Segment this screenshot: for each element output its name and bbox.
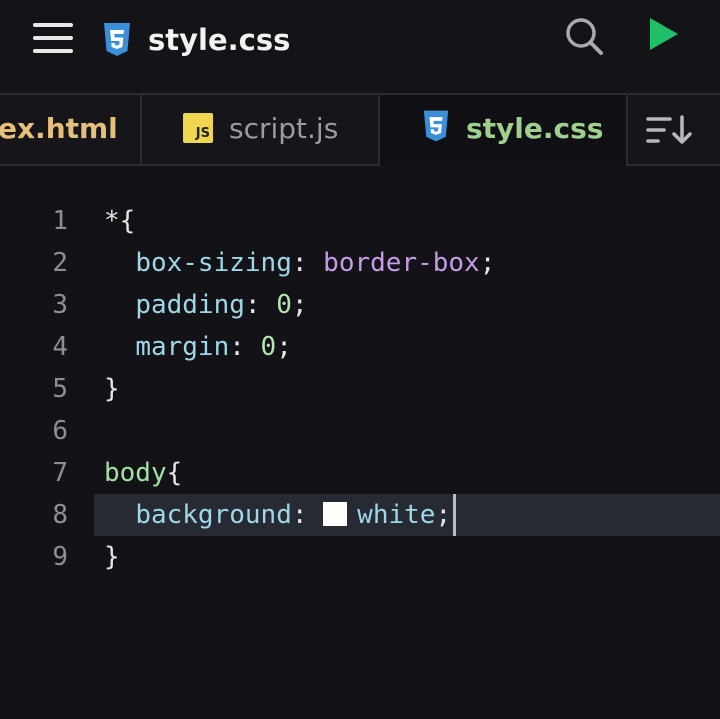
line-code: padding: 0;	[135, 290, 308, 320]
tab-script-js[interactable]: JS script.js	[142, 95, 380, 166]
tab-label: style.css	[466, 112, 604, 145]
app-header: style.css	[0, 0, 720, 92]
sort-icon[interactable]	[628, 95, 720, 166]
code-editor[interactable]: 1 *{ 2 box-sizing: border-box; 3 padding…	[0, 168, 720, 719]
js-icon: JS	[183, 113, 213, 143]
line-number: 7	[52, 458, 68, 488]
line-code: background: white;	[104, 494, 457, 536]
tab-label: script.js	[229, 112, 339, 145]
code-line[interactable]: 4 margin: 0;	[0, 326, 720, 368]
line-code: *{	[104, 206, 136, 236]
line-number: 8	[52, 500, 68, 530]
code-line[interactable]: 5 }	[0, 368, 720, 410]
line-number: 6	[52, 416, 68, 446]
code-line-active[interactable]: 8 background: white;	[0, 494, 720, 536]
line-code: margin: 0;	[135, 332, 292, 362]
css3-icon	[104, 23, 130, 56]
tab-style-css[interactable]: style.css	[380, 95, 628, 166]
code-line[interactable]: 2 box-sizing: border-box;	[0, 242, 720, 284]
tab-label: ex.html	[0, 112, 118, 145]
css3-icon	[423, 110, 449, 142]
text-cursor	[453, 494, 457, 536]
file-title: style.css	[148, 23, 291, 57]
line-code: }	[104, 542, 120, 572]
line-code: box-sizing: border-box;	[135, 248, 496, 278]
line-number: 5	[52, 374, 68, 404]
line-number: 3	[52, 290, 68, 320]
file-tabs: ex.html JS script.js style.css	[0, 93, 720, 166]
line-code: }	[104, 374, 120, 404]
code-line[interactable]: 3 padding: 0;	[0, 284, 720, 326]
line-number: 1	[52, 206, 68, 236]
search-icon[interactable]	[564, 16, 604, 56]
line-code: body{	[104, 458, 183, 488]
code-line[interactable]: 1 *{	[0, 200, 720, 242]
line-number: 9	[52, 542, 68, 572]
code-line[interactable]: 9 }	[0, 536, 720, 578]
code-line[interactable]: 7 body{	[0, 452, 720, 494]
play-icon[interactable]	[646, 16, 682, 56]
color-swatch[interactable]	[323, 502, 348, 526]
tab-index-html[interactable]: ex.html	[0, 95, 142, 166]
code-line[interactable]: 6	[0, 410, 720, 452]
line-number: 2	[52, 248, 68, 278]
menu-icon[interactable]	[33, 20, 75, 56]
line-number: 4	[52, 332, 68, 362]
